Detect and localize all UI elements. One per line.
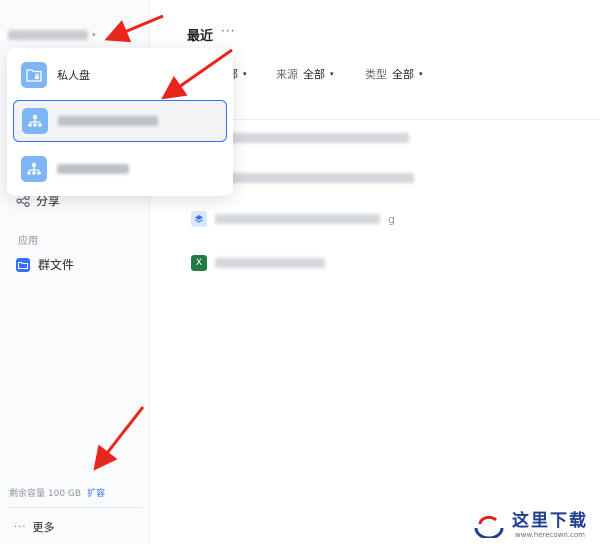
chevron-down-icon: ▾ (330, 70, 334, 78)
space-name-redacted (8, 30, 88, 40)
filter-source[interactable]: 来源 全部 ▾ (276, 66, 334, 82)
filter-value: 全部 (392, 68, 414, 81)
filter-label: 类型 (365, 68, 387, 81)
file-name-redacted (229, 173, 414, 183)
org-drive-icon (21, 156, 47, 182)
folder-icon (16, 257, 30, 272)
divider (8, 507, 142, 508)
sidebar-item-group-files[interactable]: 群文件 (16, 256, 74, 273)
file-row[interactable]: X (191, 253, 325, 273)
excel-icon: X (191, 255, 207, 271)
dropdown-item-org-drive[interactable] (13, 148, 227, 190)
more-button[interactable]: ··· 更多 (14, 519, 55, 535)
section-label-apps: 应用 (18, 236, 38, 247)
watermark-cn: 这里下载 (512, 511, 588, 531)
divider (227, 119, 600, 120)
layers-icon (191, 211, 207, 227)
more-icon: ··· (14, 521, 27, 533)
storage-remaining-text: 剩余容量 100 GB (9, 489, 82, 499)
more-label: 更多 (32, 521, 55, 534)
dropdown-item-label-redacted (58, 116, 158, 126)
expand-storage-link[interactable]: 扩容 (87, 486, 105, 499)
private-drive-icon (21, 62, 47, 88)
chevron-down-icon: ▾ (419, 70, 423, 78)
file-row[interactable]: g (191, 209, 395, 229)
file-name-redacted (229, 133, 409, 143)
file-name-suffix: g (388, 212, 395, 226)
dropdown-item-org-drive[interactable] (13, 100, 227, 142)
sidebar-item-label: 群文件 (38, 258, 75, 272)
file-name-redacted (215, 214, 380, 224)
chevron-down-icon: ▾ (243, 70, 247, 78)
file-name-redacted (215, 258, 325, 268)
filter-label: 来源 (276, 68, 298, 81)
page-title: 最近 (187, 29, 214, 44)
storage-info: 剩余容量 100 GB 扩容 (9, 486, 105, 499)
chevron-down-icon: ▾ (92, 31, 96, 39)
filter-value: 全部 (303, 68, 325, 81)
dropdown-item-label: 私人盘 (57, 69, 90, 82)
file-row[interactable] (229, 128, 409, 148)
share-icon (16, 194, 30, 207)
file-row[interactable] (229, 168, 414, 188)
space-dropdown-menu: 私人盘 (7, 48, 233, 196)
org-drive-icon (22, 108, 48, 134)
watermark-en: www.herecown.com (515, 531, 585, 539)
title-more-icon[interactable]: ··· (221, 24, 235, 38)
filter-type[interactable]: 类型 全部 ▾ (365, 66, 423, 82)
site-watermark: 这里下载 www.herecown.com (470, 506, 588, 539)
dropdown-item-label-redacted (57, 164, 129, 174)
space-switcher[interactable]: ▾ (8, 26, 96, 44)
watermark-logo (474, 515, 504, 538)
dropdown-item-private-drive[interactable]: 私人盘 (13, 54, 227, 96)
